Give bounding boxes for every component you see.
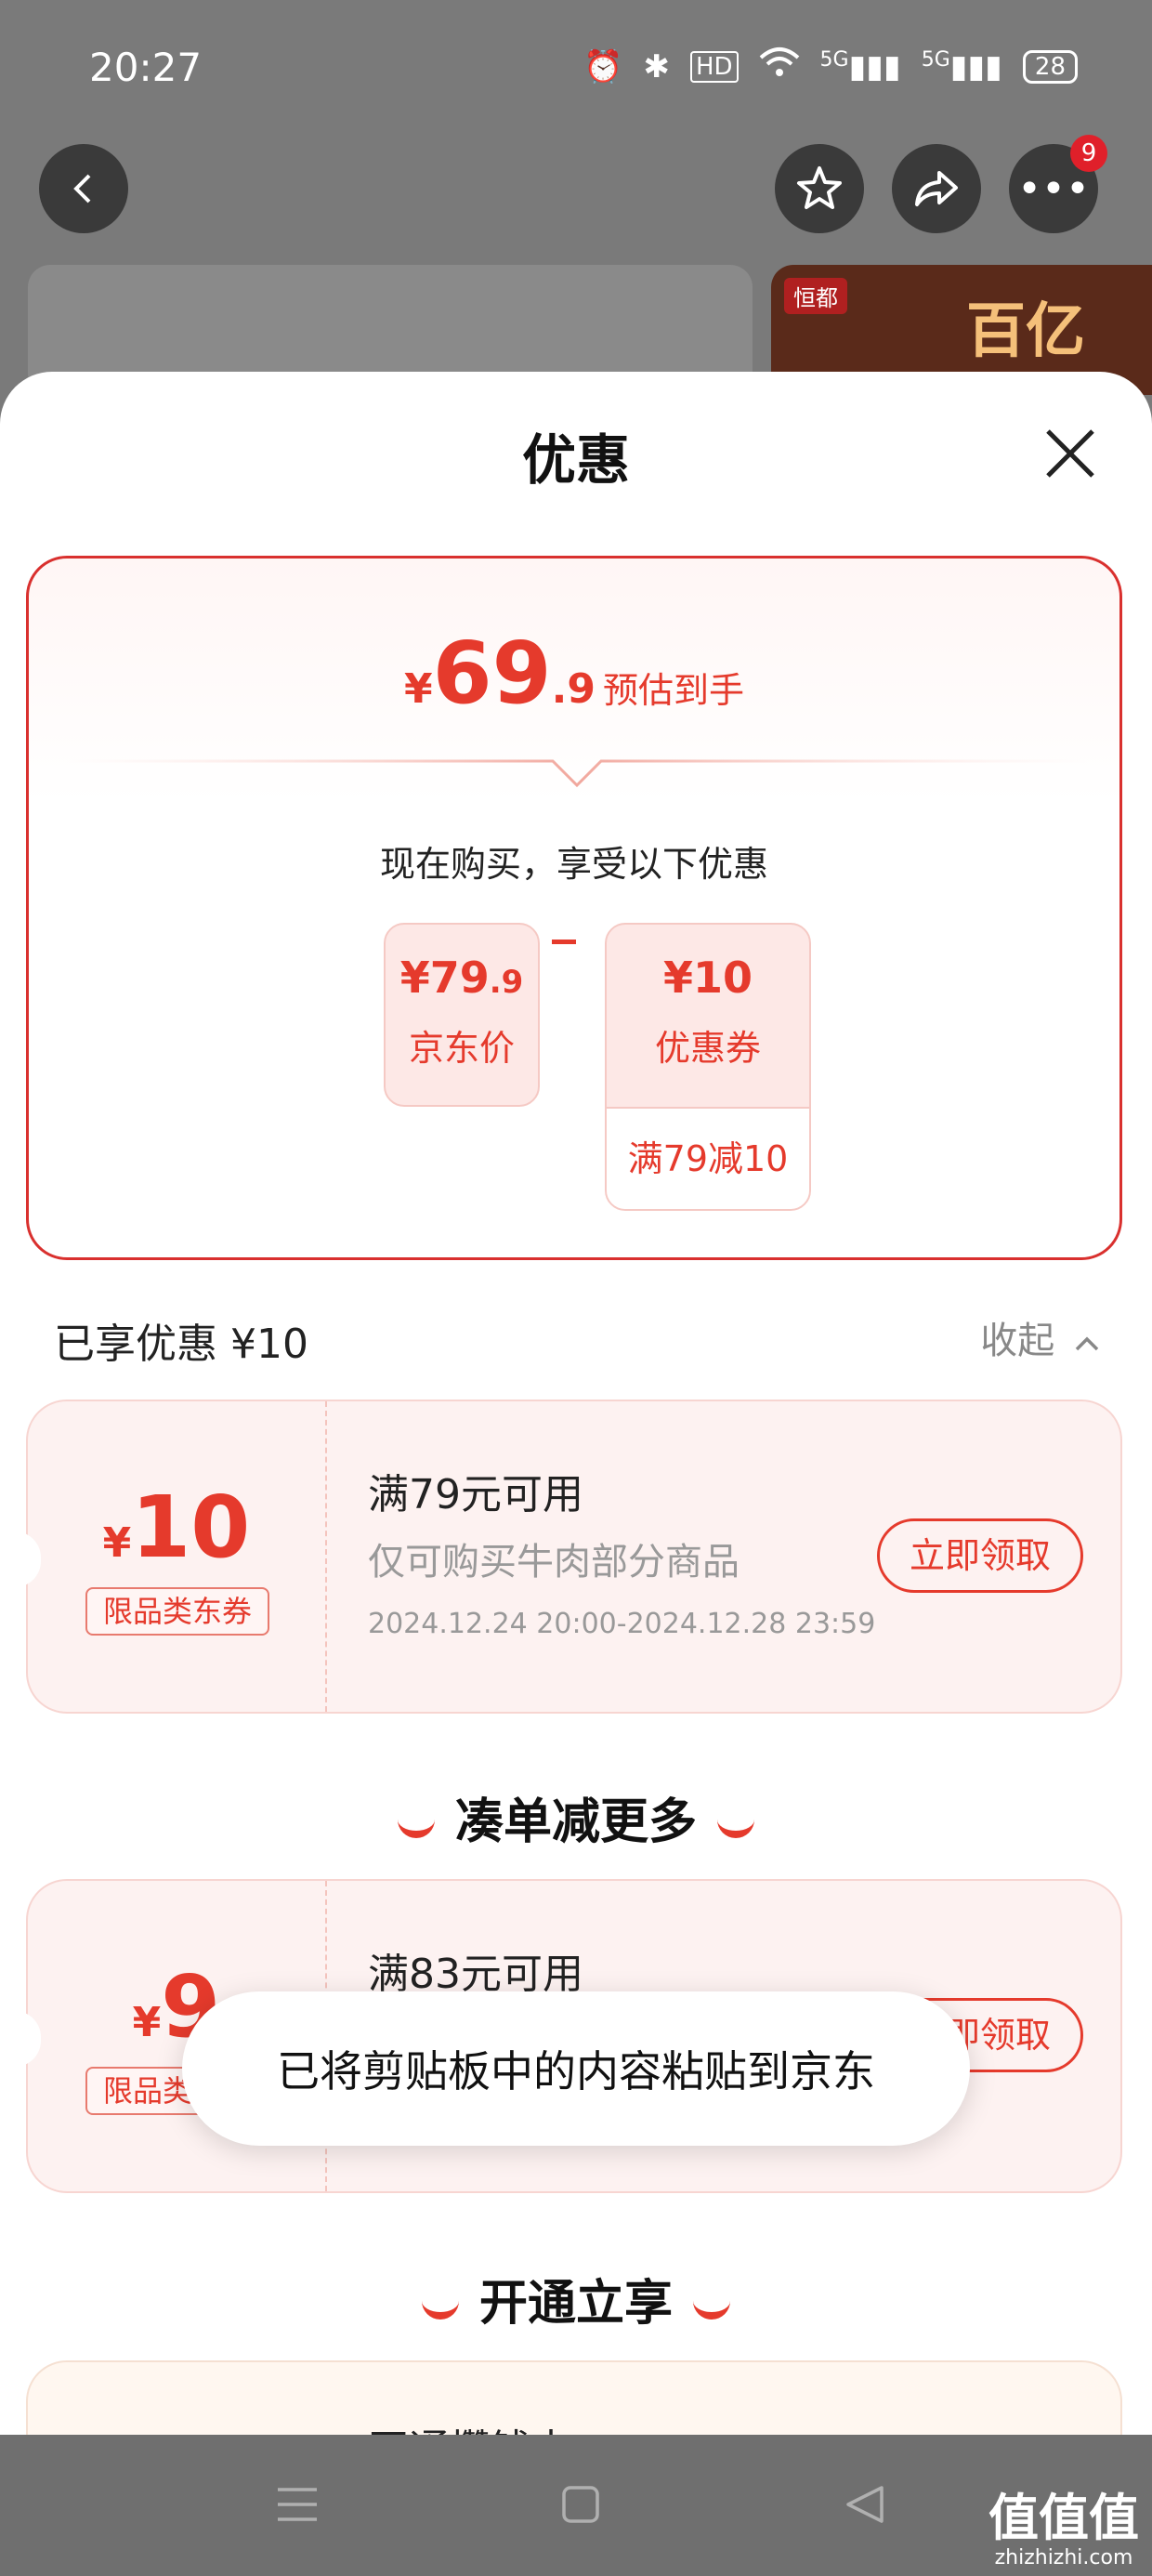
buy-now-text: 现在购买，享受以下优惠 [379,844,768,885]
share-icon [915,171,958,206]
more-icon: ••• [1017,164,1090,213]
share-button[interactable] [892,144,981,233]
coupon-condition: 开通攒钱卡 [368,2416,572,2435]
claim-coupon-button[interactable]: 立即领取 [877,1518,1083,1593]
notification-badge: 9 [1070,135,1107,172]
coupon-rule: 满79减10 [607,1107,809,1209]
coupon-tag: 限品类东券 [85,1587,269,1636]
jd-price-box: ¥79.9 京东价 [384,923,540,1107]
coupon-description: 仅可购买牛肉部分商品 [368,1541,740,1584]
more-button[interactable]: ••• 9 [1009,135,1107,233]
smile-icon [397,1812,435,1838]
summary-divider [66,759,1088,788]
alarm-icon: ⏰ [583,47,623,85]
section-open-membership: 开通立享 [0,2264,1152,2333]
wifi-icon [759,46,800,86]
price-summary-card: ¥69.9 预估到手 现在购买，享受以下优惠 ¥79.9 京东价 ¥10 优惠券 … [26,556,1122,1260]
coupon-amount: ¥10 [102,1478,251,1577]
close-icon[interactable] [1042,426,1098,481]
signal-5g-icon-2: 5G▮▮▮ [921,47,1002,85]
favorite-button[interactable] [775,144,864,233]
battery-icon: 28 [1022,49,1078,84]
star-icon [797,166,842,209]
enjoyed-discount: 已享优惠 ¥10 [54,1321,308,1368]
menu-icon [278,2488,317,2521]
watermark: 值值值 zhizhizhi.com [988,2489,1139,2570]
clipboard-toast: 已将剪贴板中的内容粘贴到京东 [182,1991,970,2146]
smile-icon [717,1812,754,1838]
promo-text: 百亿 [966,297,1085,366]
signal-5g-icon: 5G▮▮▮ [819,47,901,85]
coupon-date-range: 2024.12.24 20:00-2024.12.28 23:59 [368,1608,876,1640]
bluetooth-icon: ✱ [643,47,670,85]
brand-logo: 恒都 [784,278,847,314]
minus-sign [552,940,576,944]
coupon-condition: 满79元可用 [368,1471,583,1518]
coupon-card: ¥10 限品类东券 满79元可用 仅可购买牛肉部分商品 2024.12.24 2… [15,1400,1122,1714]
menu-button[interactable] [260,2472,334,2537]
status-icons: ⏰ ✱ HD 5G▮▮▮ 5G▮▮▮ 28 [583,46,1078,86]
home-icon [562,2486,599,2523]
back-icon [73,174,91,204]
top-nav: ••• 9 [0,135,1152,233]
back-button[interactable] [39,144,128,233]
sheet-title: 优惠 [521,428,630,492]
coupon-box: ¥10 优惠券 满79减10 [605,923,811,1211]
status-bar: 20:27 ⏰ ✱ HD 5G▮▮▮ 5G▮▮▮ 28 [0,0,1152,139]
home-button[interactable] [543,2472,618,2537]
coupon-card-3: 开通攒钱卡 [26,2360,1122,2435]
back-triangle-icon [846,2486,884,2523]
back-nav-button[interactable] [827,2472,901,2537]
smile-icon [421,2293,459,2320]
chevron-up-icon [1075,1336,1099,1351]
status-time: 20:27 [89,45,203,90]
collapse-button[interactable]: 收起 [980,1310,1100,1364]
system-nav-bar [0,2435,1152,2576]
smile-icon [693,2293,730,2320]
estimated-price: ¥69.9 预估到手 [403,624,744,723]
section-more-deals: 凑单减更多 [0,1782,1152,1852]
hd-label: HD [689,50,739,83]
